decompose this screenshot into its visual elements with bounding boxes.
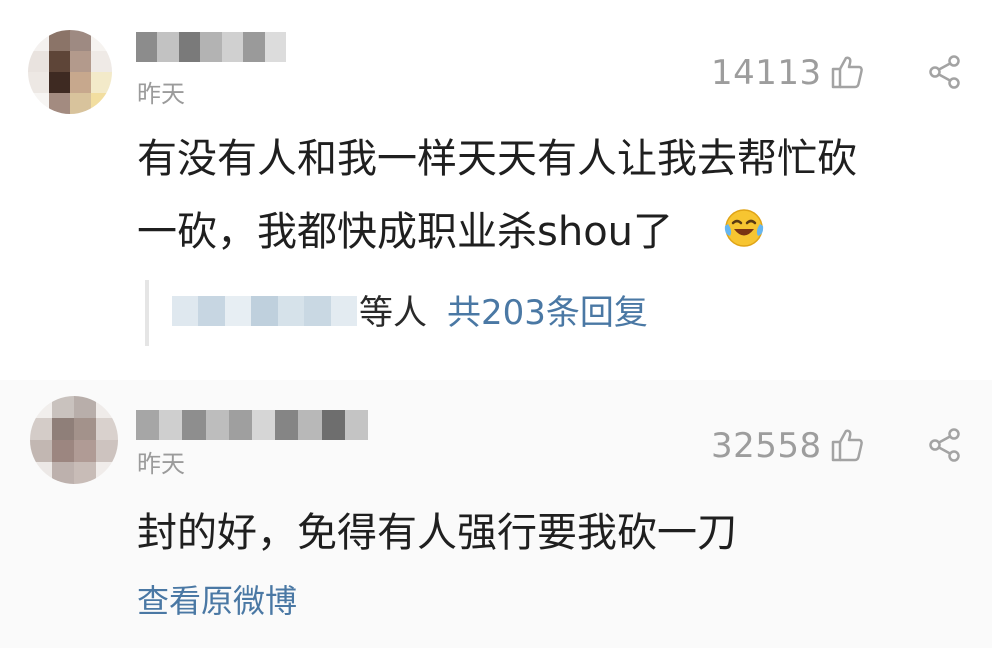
share-icon[interactable]: [928, 427, 962, 463]
reply-summary[interactable]: 等人 共203条回复: [145, 280, 865, 346]
like-count: 14113: [711, 53, 822, 93]
comment-text-line: 一砍，我都快成职业杀shou了: [137, 209, 674, 255]
reply-suffix: 等人: [359, 293, 427, 333]
reply-count-link[interactable]: 共203条回复: [447, 296, 648, 330]
reply-divider: [145, 280, 149, 346]
share-icon[interactable]: [928, 54, 962, 90]
thumbs-up-icon[interactable]: [830, 54, 864, 90]
like-count: 32558: [711, 426, 822, 466]
view-original-link[interactable]: 查看原微博: [137, 585, 297, 617]
username-blurred[interactable]: [136, 410, 369, 440]
laughing-crying-emoji: [724, 209, 764, 247]
avatar[interactable]: [28, 30, 112, 114]
comment-time: 昨天: [137, 80, 185, 108]
comment-time: 昨天: [137, 450, 185, 478]
username-blurred[interactable]: [136, 32, 286, 62]
reply-usernames-blurred[interactable]: [172, 296, 357, 326]
comment-text-line: 封的好，免得有人强行要我砍一刀: [137, 510, 737, 556]
comment-1: 昨天 14113 有没有人和我一样天天有人让我去帮忙砍 一砍，我都快成职业杀sh…: [0, 0, 992, 380]
comment-text-line: 有没有人和我一样天天有人让我去帮忙砍: [137, 136, 857, 182]
thumbs-up-icon[interactable]: [830, 427, 864, 463]
avatar[interactable]: [30, 396, 118, 484]
